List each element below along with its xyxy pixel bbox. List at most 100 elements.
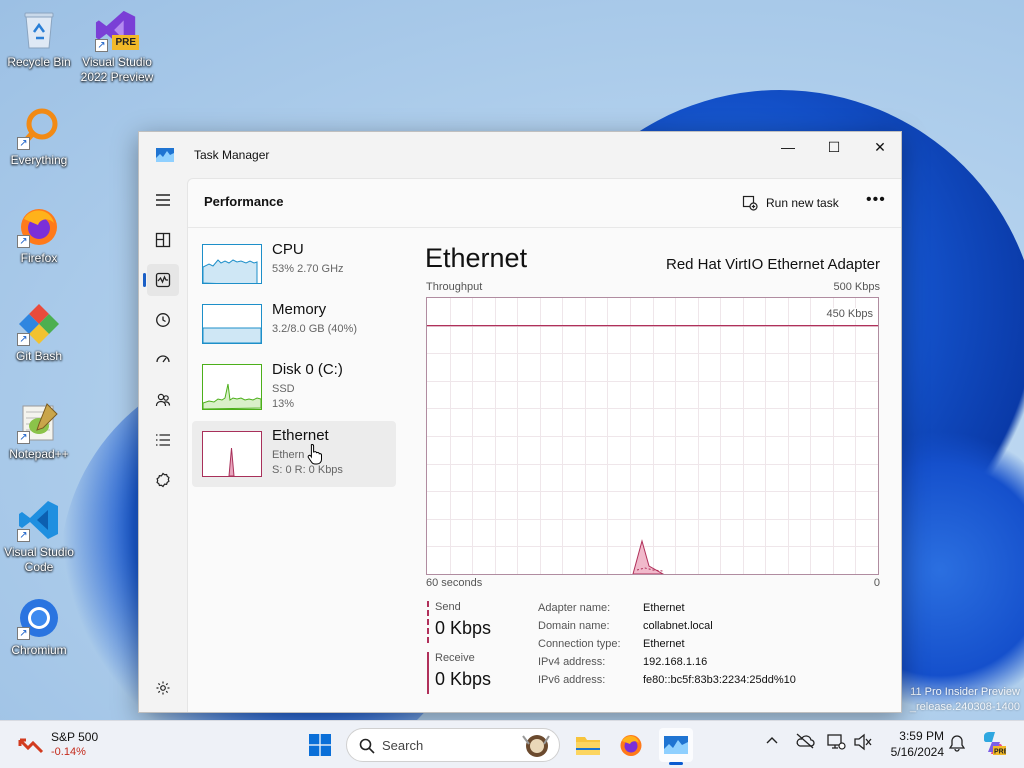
property-value: Ethernet (643, 602, 685, 614)
search-highlight-icon (522, 735, 550, 757)
nav-processes[interactable] (147, 224, 179, 256)
close-icon: ✕ (874, 138, 886, 155)
property-value: fe80::bc5f:83b3:2234:25dd%10 (643, 674, 796, 686)
start-button[interactable] (303, 728, 337, 762)
taskbar-task-manager[interactable] (659, 728, 693, 765)
tray-volume[interactable] (853, 733, 873, 754)
maximize-button[interactable]: ☐ (811, 132, 857, 162)
minimize-icon: — (781, 139, 795, 155)
run-new-task-button[interactable]: Run new task (742, 192, 839, 214)
tray-onedrive[interactable] (795, 733, 815, 752)
shortcut-arrow-icon: ↗ (17, 431, 30, 444)
send-label: Send (435, 601, 461, 613)
notifications-button[interactable] (948, 734, 966, 755)
desktop-icon-label: Visual Studio Code (4, 545, 74, 574)
perf-item-name: Memory (272, 301, 327, 318)
taskbar: S&P 500 -0.14% Search 3:59 PM 5/16/2024 … (0, 720, 1024, 768)
window-title: Task Manager (194, 148, 270, 162)
desktop-icon-chromium[interactable]: ↗ Chromium (0, 596, 78, 658)
shortcut-arrow-icon: ↗ (17, 137, 30, 150)
perf-item-detail: S: 0 R: 0 Kbps (272, 464, 343, 476)
hamburger-menu-icon (156, 194, 170, 206)
clock[interactable]: 3:59 PM 5/16/2024 (884, 728, 944, 760)
nav-services[interactable] (147, 464, 179, 496)
nav-users[interactable] (147, 384, 179, 416)
desktop-icon-vscode[interactable]: ↗ Visual Studio Code (0, 498, 78, 575)
windows-logo-icon (309, 734, 331, 756)
throughput-graph: 450 Kbps (426, 297, 879, 575)
perf-item-memory[interactable]: Memory 3.2/8.0 GB (40%) (192, 295, 396, 361)
nav-performance[interactable] (143, 264, 179, 296)
show-hidden-icons-button[interactable] (765, 734, 779, 751)
perf-item-name: Disk 0 (C:) (272, 361, 343, 378)
nav-startup-apps[interactable] (147, 344, 179, 376)
notepadpp-icon: ↗ (17, 400, 61, 444)
clock-time: 3:59 PM (899, 729, 944, 743)
taskbar-file-explorer[interactable] (571, 728, 605, 762)
details-icon (156, 434, 170, 446)
onedrive-offline-icon (796, 733, 815, 749)
desktop-icon-label: Recycle Bin (7, 55, 71, 69)
desktop-icon-label: Notepad++ (9, 447, 69, 461)
stock-change: -0.14% (51, 746, 86, 758)
perf-item-cpu[interactable]: CPU 53% 2.70 GHz (192, 235, 396, 301)
perf-item-detail: SSD (272, 383, 295, 395)
vscode-icon: ↗ (17, 498, 61, 542)
hamburger-menu-button[interactable] (147, 184, 179, 216)
close-button[interactable]: ✕ (857, 132, 901, 162)
navigation-rail (139, 178, 187, 712)
taskbar-search-box[interactable]: Search (346, 728, 560, 762)
tray-network[interactable] (826, 733, 846, 754)
desktop-icon-firefox[interactable]: ↗ Firefox (0, 204, 78, 266)
page-title: Performance (204, 194, 284, 209)
desktop-icon-label: Everything (10, 153, 68, 167)
volume-muted-icon (854, 733, 872, 751)
graph-line-label: 450 Kbps (825, 308, 874, 320)
graph-zero-label: 0 (873, 577, 880, 589)
shortcut-arrow-icon: ↗ (17, 333, 30, 346)
nav-app-history[interactable] (147, 304, 179, 336)
send-value: 0 Kbps (435, 618, 492, 638)
receive-stat: Receive 0 Kbps (427, 652, 527, 694)
settings-icon (156, 681, 170, 695)
maximize-icon: ☐ (827, 138, 841, 155)
desktop-icon-notepadpp[interactable]: ↗ Notepad++ (0, 400, 78, 462)
send-stat: Send 0 Kbps (427, 601, 527, 643)
copilot-button[interactable]: PRE (980, 730, 1009, 759)
shortcut-arrow-icon: ↗ (95, 39, 108, 52)
stock-down-icon (18, 738, 44, 754)
nav-settings[interactable] (147, 672, 179, 704)
nav-details[interactable] (147, 424, 179, 456)
chevron-up-icon (766, 737, 778, 744)
adapter-name-heading: Red Hat VirtIO Ethernet Adapter (665, 256, 880, 273)
desktop-icon-visual-studio-preview[interactable]: PRE ↗ Visual Studio 2022 Preview (78, 8, 156, 85)
memory-thumbnail-graph (202, 304, 262, 344)
shortcut-arrow-icon: ↗ (17, 627, 30, 640)
minimize-button[interactable]: — (765, 132, 811, 162)
desktop-icon-recycle-bin[interactable]: Recycle Bin (0, 8, 78, 70)
cpu-thumbnail-graph (202, 244, 262, 284)
property-value: 192.168.1.16 (643, 656, 708, 668)
task-manager-icon (664, 736, 688, 754)
perf-item-ethernet[interactable]: Ethernet Ethern S: 0 R: 0 Kbps (192, 421, 396, 487)
perf-item-disk[interactable]: Disk 0 (C:) SSD 13% (192, 355, 396, 421)
desktop-icon-label: Git Bash (15, 349, 63, 363)
receive-value: 0 Kbps (435, 669, 492, 689)
throughput-label: Throughput (426, 281, 483, 293)
title-bar[interactable]: Task Manager — ☐ ✕ (139, 132, 901, 178)
desktop-icon-git-bash[interactable]: ↗ Git Bash (0, 302, 78, 364)
stock-name: S&P 500 (51, 730, 99, 744)
desktop-icon-everything[interactable]: ↗ Everything (0, 106, 78, 168)
hand-cursor-icon (307, 443, 322, 465)
preview-badge: PRE (112, 35, 139, 50)
stock-widget[interactable]: S&P 500 -0.14% (12, 728, 122, 762)
app-history-icon (156, 313, 170, 327)
startup-apps-icon (156, 355, 170, 363)
more-options-button[interactable]: ••• (866, 191, 886, 209)
copilot-preview-icon: PRE (984, 732, 1009, 756)
running-indicator (669, 762, 683, 765)
processes-icon (155, 232, 171, 248)
taskbar-firefox[interactable] (614, 728, 648, 762)
property-key: Domain name: (538, 620, 610, 632)
property-value: collabnet.local (643, 620, 713, 632)
